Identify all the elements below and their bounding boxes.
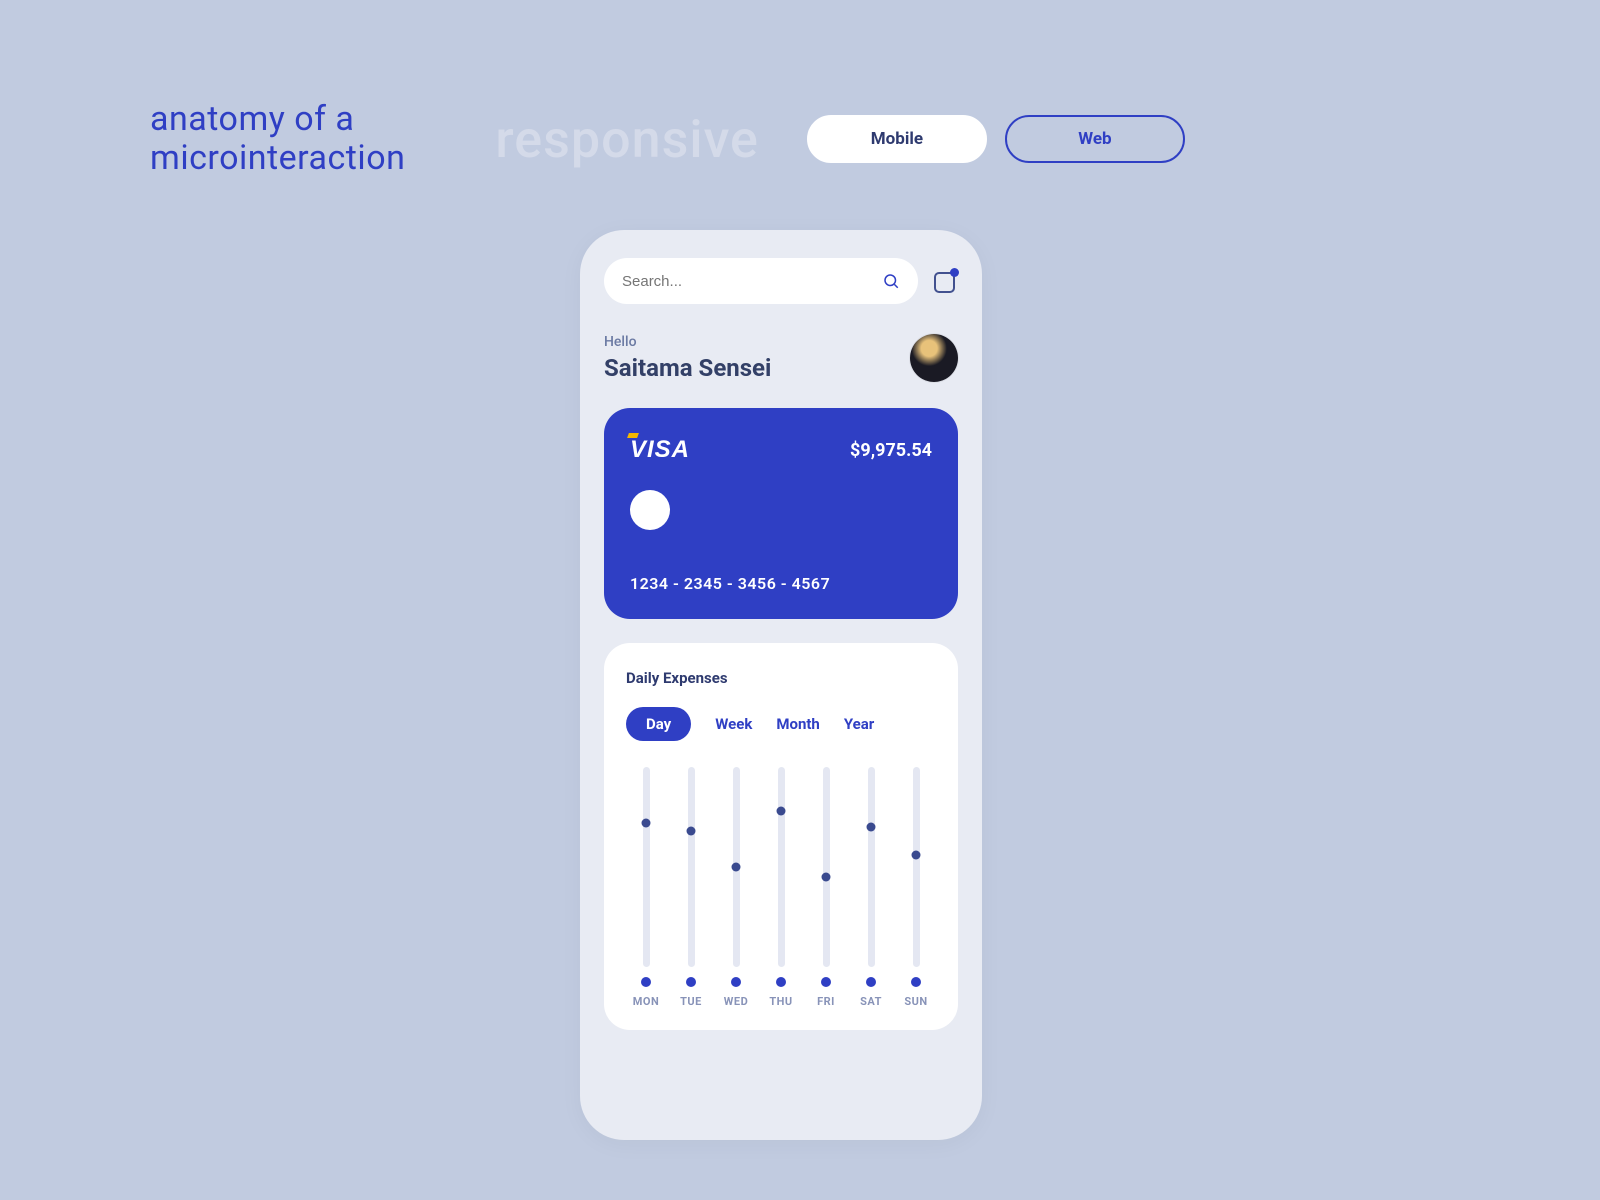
chart-track [733,767,740,967]
chart-day-label: SUN [904,995,927,1008]
greeting-username: Saitama Sensei [604,354,771,382]
chart-basepoint-icon [686,977,696,987]
greeting-row: Hello Saitama Sensei [604,334,958,382]
chart-track [643,767,650,967]
toggle-web-button[interactable]: Web [1005,115,1185,163]
range-day-button[interactable]: Day [626,707,691,741]
chart-marker [732,863,741,872]
search-input[interactable] [622,273,844,290]
avatar[interactable] [910,334,958,382]
search-field[interactable] [604,258,918,304]
expenses-panel: Daily Expenses Day Week Month Year MON TU… [604,643,958,1030]
chart-column[interactable]: SUN [900,767,932,1008]
range-month-button[interactable]: Month [776,715,819,733]
responsive-label: responsive [495,109,759,170]
greeting-text: Hello Saitama Sensei [604,334,771,382]
range-tabs: Day Week Month Year [626,707,936,741]
title-line-2: microinteraction [150,139,405,178]
title-line-1: anatomy of a [150,100,405,139]
chart-basepoint-icon [866,977,876,987]
page-header: anatomy of a microinteraction responsive… [0,100,1600,178]
chart-column[interactable]: WED [720,767,752,1008]
notification-dot-icon [950,268,959,277]
page-title: anatomy of a microinteraction [150,100,405,178]
card-balance: $9,975.54 [850,440,932,461]
credit-card[interactable]: VISA $9,975.54 1234 - 2345 - 3456 - 4567 [604,408,958,619]
chart-basepoint-icon [776,977,786,987]
chart-marker [777,807,786,816]
chart-column[interactable]: THU [765,767,797,1008]
range-year-button[interactable]: Year [844,715,874,733]
chart-track [778,767,785,967]
chart-track [868,767,875,967]
chart-marker [867,823,876,832]
chart-marker [642,819,651,828]
chart-day-label: TUE [680,995,702,1008]
chart-track [688,767,695,967]
chart-day-label: SAT [860,995,882,1008]
chart-column[interactable]: TUE [675,767,707,1008]
toggle-mobile-button[interactable]: Mobile [807,115,987,163]
card-chip-icon [630,490,670,530]
card-brand: VISA [630,436,690,464]
card-number: 1234 - 2345 - 3456 - 4567 [630,574,932,593]
expenses-title: Daily Expenses [626,669,936,687]
phone-frame: Hello Saitama Sensei VISA $9,975.54 1234… [580,230,982,1140]
search-icon [882,272,900,290]
chart-column[interactable]: MON [630,767,662,1008]
expenses-chart: MON TUE WED THU FRI SAT SUN [626,767,936,1008]
chart-track [913,767,920,967]
viewport-toggle: Mobile Web [807,115,1185,163]
chart-basepoint-icon [731,977,741,987]
range-week-button[interactable]: Week [715,715,752,733]
chart-marker [912,851,921,860]
card-top-row: VISA $9,975.54 [630,436,932,464]
greeting-hello: Hello [604,334,771,350]
chart-basepoint-icon [911,977,921,987]
chart-column[interactable]: SAT [855,767,887,1008]
chart-day-label: FRI [817,995,835,1008]
chart-day-label: MON [633,995,659,1008]
chart-marker [687,827,696,836]
search-row [604,258,958,304]
chart-day-label: THU [769,995,792,1008]
chart-marker [822,873,831,882]
chart-basepoint-icon [821,977,831,987]
chart-day-label: WED [724,995,748,1008]
chart-column[interactable]: FRI [810,767,842,1008]
chart-basepoint-icon [641,977,651,987]
notification-button[interactable] [934,269,958,293]
chart-track [823,767,830,967]
